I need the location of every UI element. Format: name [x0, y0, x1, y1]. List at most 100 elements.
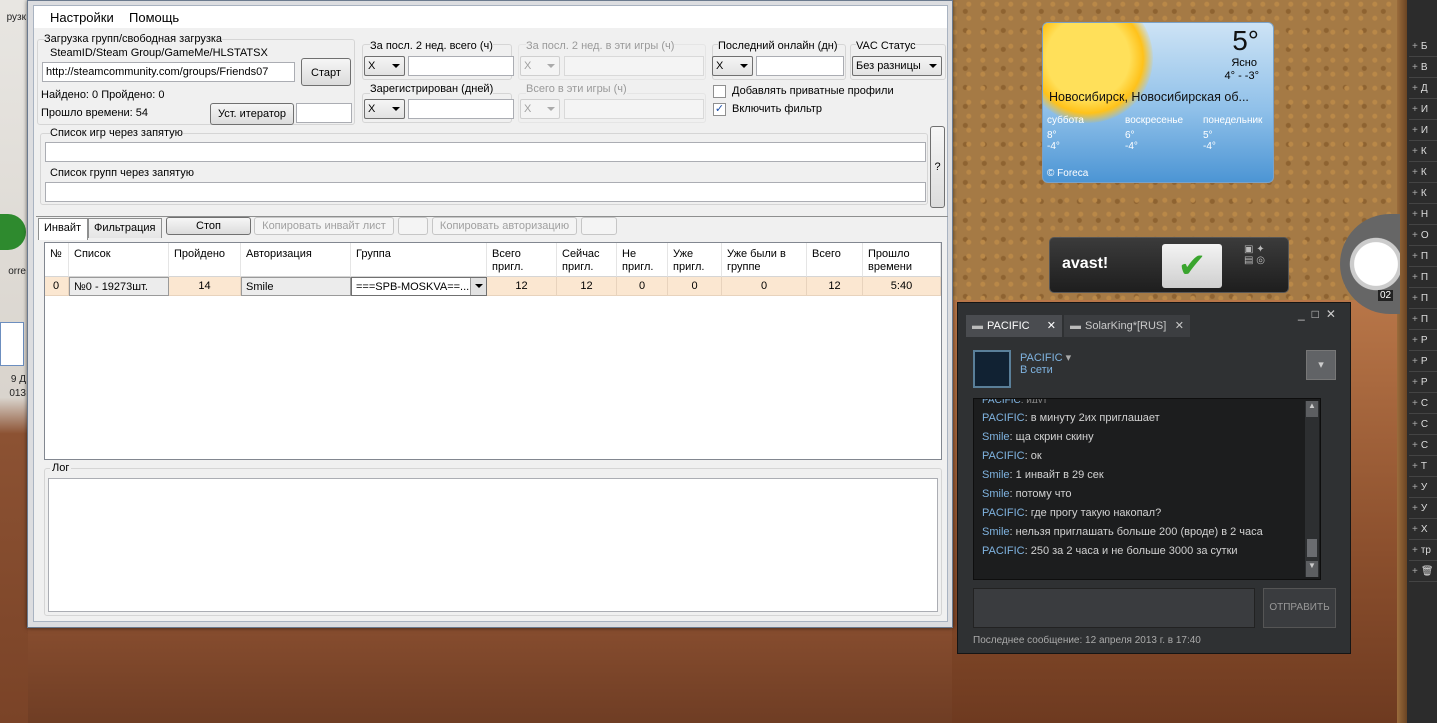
copy-auth-button[interactable]: Копировать авторизацию	[432, 217, 577, 235]
chat-tab-solarking[interactable]: ▬ SolarKing*[RUS] ✕	[1064, 315, 1190, 337]
grid-cell[interactable]: 0	[45, 277, 69, 296]
sidebar-item[interactable]: + К	[1409, 185, 1437, 204]
copy-invite-button[interactable]: Копировать инвайт лист	[254, 217, 394, 235]
grid-header[interactable]: Авторизация	[241, 243, 351, 277]
sidebar-item[interactable]: + И	[1409, 122, 1437, 141]
last-online-input[interactable]	[756, 56, 844, 76]
enable-filter-checkbox[interactable]: ✓	[713, 103, 726, 116]
last2w-total-input[interactable]	[408, 56, 514, 76]
grid-header[interactable]: №	[45, 243, 69, 277]
sidebar-item[interactable]: + П	[1409, 248, 1437, 267]
avatar[interactable]	[973, 350, 1011, 388]
chat-user-name[interactable]: PACIFIC ▾	[1020, 351, 1071, 364]
document-icon[interactable]	[0, 322, 24, 366]
last2w-total-combo[interactable]: X	[364, 56, 405, 76]
sidebar-item[interactable]: + У	[1409, 500, 1437, 519]
sidebar-item[interactable]: + П	[1409, 269, 1437, 288]
scroll-down-icon[interactable]: ▼	[1306, 561, 1318, 577]
start-button[interactable]: Старт	[301, 58, 351, 86]
sidebar-item[interactable]: + В	[1409, 59, 1437, 78]
add-private-checkbox[interactable]	[713, 85, 726, 98]
menu-settings[interactable]: Настройки	[50, 10, 114, 25]
chevron-down-icon[interactable]	[470, 278, 486, 295]
utorrent-icon[interactable]	[0, 214, 26, 250]
grid-header[interactable]: Уже пригл.	[668, 243, 722, 277]
last-online-combo[interactable]: X	[712, 56, 753, 76]
sidebar-item[interactable]: + П	[1409, 290, 1437, 309]
last2w-games-combo[interactable]: X	[520, 56, 560, 76]
last2w-games-input[interactable]	[564, 56, 704, 76]
grid-header[interactable]: Список	[69, 243, 169, 277]
close-icon[interactable]: ✕	[1175, 319, 1184, 332]
groups-list-input[interactable]	[45, 182, 926, 202]
weather-gadget[interactable]: 5° Ясно 4° - -3° Новосибирск, Новосибирс…	[1042, 22, 1274, 183]
tab-filtering[interactable]: Фильтрация	[88, 218, 162, 238]
grid-cell[interactable]: 12	[487, 277, 557, 296]
blank-button[interactable]	[398, 217, 428, 235]
grid-cell[interactable]: 5:40	[863, 277, 941, 296]
stop-button[interactable]: Стоп	[166, 217, 251, 235]
grid-header[interactable]: Всего	[807, 243, 863, 277]
registered-combo[interactable]: X	[364, 99, 405, 119]
sidebar-item[interactable]: + С	[1409, 395, 1437, 414]
sidebar-item[interactable]: + Д	[1409, 80, 1437, 99]
grid-header[interactable]: Прошло времени	[863, 243, 941, 277]
games-list-input[interactable]	[45, 142, 926, 162]
sidebar-item[interactable]: + тр	[1409, 542, 1437, 561]
sidebar-item[interactable]: + Р	[1409, 332, 1437, 351]
chat-scrollbar[interactable]: ▲ ▼	[1305, 401, 1319, 577]
grid-cell[interactable]: 12	[557, 277, 617, 296]
sidebar-item[interactable]: + К	[1409, 143, 1437, 162]
sidebar-item[interactable]: + У	[1409, 479, 1437, 498]
group-combo-cell[interactable]: ===SPB-MOSKVA==...	[351, 277, 487, 296]
grid-cell[interactable]: Smile	[241, 277, 351, 296]
sidebar-item[interactable]: + О	[1409, 227, 1437, 246]
help-button[interactable]: ?	[930, 126, 945, 208]
scroll-thumb[interactable]	[1307, 539, 1317, 557]
chat-input[interactable]	[973, 588, 1255, 628]
grid-cell[interactable]: 12	[807, 277, 863, 296]
grid-header[interactable]: Всего пригл.	[487, 243, 557, 277]
grid-cell[interactable]: 0	[668, 277, 722, 296]
window-controls[interactable]: _□✕	[1298, 307, 1343, 321]
sidebar-item[interactable]: + Т	[1409, 458, 1437, 477]
set-iterator-button[interactable]: Уст. итератор	[210, 103, 294, 125]
sidebar-item[interactable]: + К	[1409, 164, 1437, 183]
iterator-input[interactable]	[296, 103, 352, 123]
social-icons[interactable]: ▣ ✦ ▤ ◎	[1244, 244, 1284, 288]
sidebar-item[interactable]: + И	[1409, 101, 1437, 120]
close-icon[interactable]: ✕	[1047, 319, 1056, 332]
avast-gadget[interactable]: avast! ✔ ▣ ✦ ▤ ◎	[1049, 237, 1289, 293]
grid-header[interactable]: Сейчас пригл.	[557, 243, 617, 277]
sidebar-item[interactable]: + Н	[1409, 206, 1437, 225]
sidebar-item[interactable]: + П	[1409, 311, 1437, 330]
grid-cell[interactable]: 0	[617, 277, 668, 296]
grid-header[interactable]: Уже были в группе	[722, 243, 807, 277]
chat-tab-pacific[interactable]: ▬ PACIFIC ✕	[966, 315, 1062, 337]
sidebar-item[interactable]: + С	[1409, 437, 1437, 456]
sidebar-item[interactable]: + 🗑	[1409, 563, 1437, 582]
grid-header[interactable]: Не пригл.	[617, 243, 668, 277]
log-textarea[interactable]	[48, 478, 938, 612]
scroll-up-icon[interactable]: ▲	[1306, 401, 1318, 417]
grid-cell[interactable]: №0 - 19273шт.	[69, 277, 169, 296]
sidebar-item[interactable]: + Б	[1409, 38, 1437, 57]
total-games-input[interactable]	[564, 99, 704, 119]
sidebar-item[interactable]: + Х	[1409, 521, 1437, 540]
grid-header[interactable]: Пройдено	[169, 243, 241, 277]
registered-input[interactable]	[408, 99, 514, 119]
tab-invite[interactable]: Инвайт	[38, 218, 88, 240]
grid-cell[interactable]: 0	[722, 277, 807, 296]
sidebar-item[interactable]: + Р	[1409, 374, 1437, 393]
sidebar-item[interactable]: + С	[1409, 416, 1437, 435]
send-button[interactable]: ОТПРАВИТЬ	[1263, 588, 1336, 628]
group-url-input[interactable]: http://steamcommunity.com/groups/Friends…	[42, 62, 295, 82]
total-games-combo[interactable]: X	[520, 99, 560, 119]
vac-combo[interactable]: Без разницы	[852, 56, 942, 76]
chat-options-button[interactable]: ▾	[1306, 350, 1336, 380]
blank-button[interactable]	[581, 217, 617, 235]
sidebar-item[interactable]: + Р	[1409, 353, 1437, 372]
grid-cell[interactable]: 14	[169, 277, 241, 296]
grid-header[interactable]: Группа	[351, 243, 487, 277]
menu-help[interactable]: Помощь	[129, 10, 179, 25]
